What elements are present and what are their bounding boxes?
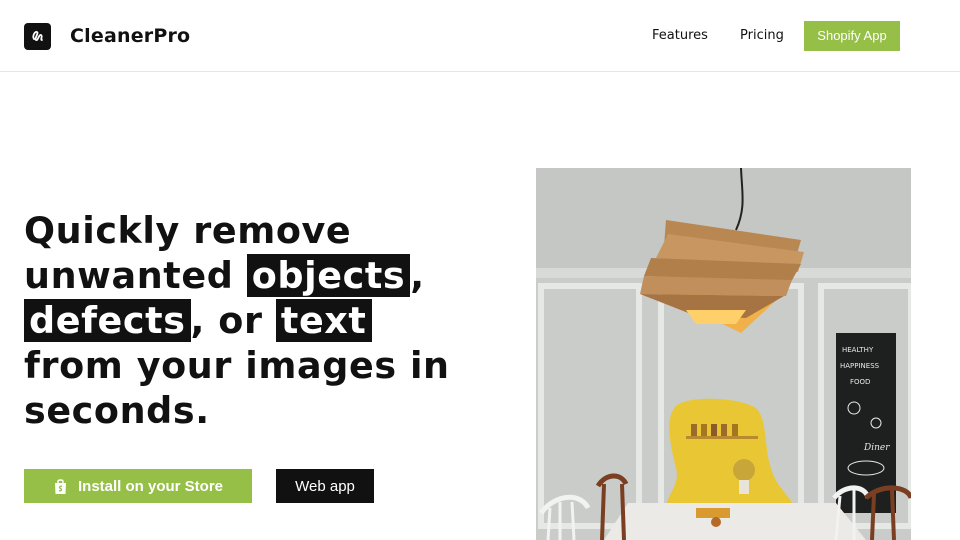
highlight-objects: objects: [246, 254, 411, 297]
shopping-bag-icon: [53, 478, 68, 495]
chalkboard-text: HEALTHY: [842, 346, 874, 354]
dining-table: [604, 503, 866, 540]
wall-shelf: [686, 436, 758, 439]
shopify-app-button[interactable]: Shopify App: [804, 21, 900, 51]
headline-line-4: from your images in: [24, 344, 450, 387]
chalkboard-text: HAPPINESS: [840, 362, 880, 370]
web-app-button[interactable]: Web app: [276, 469, 374, 503]
highlight-text: text: [275, 299, 372, 342]
headline-text: ,: [410, 254, 425, 297]
chalkboard-text: Diner: [863, 443, 890, 453]
headline-line-1: Quickly remove: [24, 209, 352, 252]
brand[interactable]: CleanerPro: [24, 22, 190, 50]
highlight-defects: defects: [24, 299, 191, 342]
headline-text: , or: [190, 299, 276, 342]
top-navbar: CleanerPro Features Pricing Shopify App: [0, 0, 960, 72]
scribble-logo-icon: [24, 22, 51, 50]
headline-text: unwanted: [24, 254, 247, 297]
chalkboard-text: FOOD: [850, 378, 870, 386]
install-button-label: Install on your Store: [77, 477, 224, 495]
hero-image: HEALTHY HAPPINESS FOOD Diner: [536, 168, 911, 540]
install-on-store-button[interactable]: Install on your Store: [24, 469, 252, 503]
nav-features-link[interactable]: Features: [652, 21, 708, 51]
hero-headline: Quickly remove unwanted objects, defects…: [24, 208, 484, 433]
nav-pricing-link[interactable]: Pricing: [740, 21, 784, 51]
headline-line-5: seconds.: [24, 389, 210, 432]
brand-name: CleanerPro: [70, 25, 191, 47]
